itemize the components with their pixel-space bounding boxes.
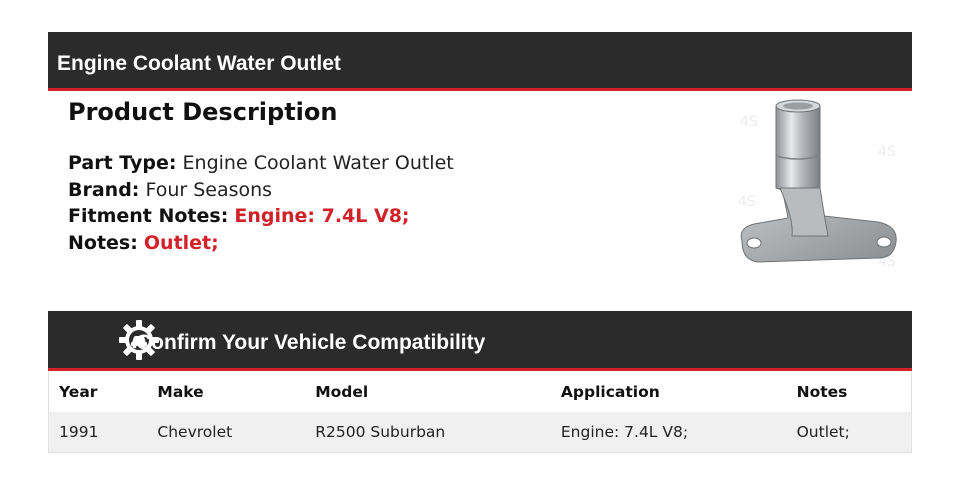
cell-notes: Outlet; [786, 412, 912, 453]
compatibility-bar: Confirm Your Vehicle Compatibility [48, 311, 912, 371]
fitment-notes-line: Fitment Notes: Engine: 7.4L V8; [68, 203, 454, 230]
part-type-value: Engine Coolant Water Outlet [182, 152, 454, 174]
column-header-make: Make [147, 371, 306, 412]
brand-line: Brand: Four Seasons [68, 177, 454, 204]
svg-text:4S: 4S [878, 144, 896, 160]
fitment-notes-label: Fitment Notes: [68, 205, 229, 227]
column-header-application: Application [550, 371, 787, 412]
table-row: 1991 Chevrolet R2500 Suburban Engine: 7.… [48, 412, 912, 453]
cell-year: 1991 [48, 412, 148, 453]
svg-text:4S: 4S [740, 114, 758, 130]
column-header-year: Year [48, 371, 148, 412]
column-header-model: Model [305, 371, 551, 412]
brand-value: Four Seasons [145, 178, 273, 201]
notes-value: Outlet; [143, 231, 219, 254]
part-type-label: Part Type: [68, 152, 177, 174]
table-header-row: Year Make Model Application Notes [48, 371, 912, 412]
notes-line: Notes: Outlet; [68, 230, 454, 257]
column-header-notes: Notes [786, 371, 912, 412]
product-image: 4S 4S 4S 4S [738, 99, 897, 270]
cell-application: Engine: 7.4L V8; [550, 412, 787, 453]
fitment-notes-value: Engine: 7.4L V8; [234, 205, 410, 227]
description-list: Part Type: Engine Coolant Water Outlet B… [68, 150, 454, 256]
cell-model: R2500 Suburban [305, 412, 551, 453]
page-title: Engine Coolant Water Outlet [57, 52, 341, 75]
part-type-line: Part Type: Engine Coolant Water Outlet [68, 150, 454, 177]
cell-make: Chevrolet [147, 412, 306, 453]
description-heading: Product Description [68, 98, 338, 126]
brand-label: Brand: [68, 178, 140, 201]
compatibility-table: Year Make Model Application Notes 1991 C… [48, 371, 912, 453]
title-bar: Engine Coolant Water Outlet [48, 32, 912, 91]
compatibility-title: Confirm Your Vehicle Compatibility [136, 331, 486, 354]
notes-label: Notes: [68, 231, 138, 254]
svg-text:4S: 4S [738, 194, 756, 210]
